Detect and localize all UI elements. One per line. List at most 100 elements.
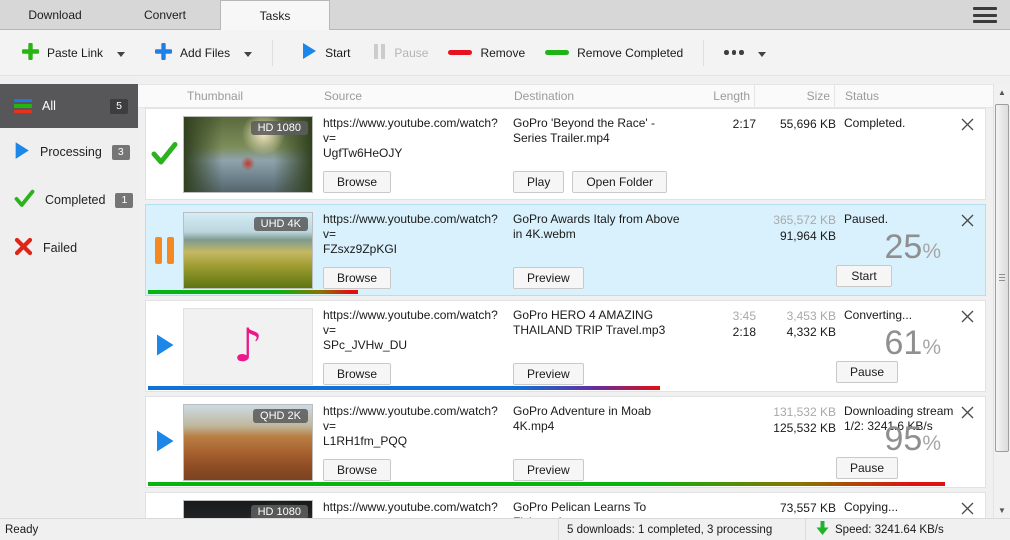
more-options-button[interactable]	[716, 39, 774, 67]
speed-label: Speed: 3241.64 KB/s	[835, 523, 944, 536]
browse-button[interactable]: Browse	[323, 267, 392, 289]
status-text: Paused.	[844, 212, 889, 226]
menu-icon[interactable]	[973, 7, 997, 23]
task-row[interactable]: QHD 2K https://www.youtube.com/watch?v= L…	[145, 396, 986, 488]
tab-convert[interactable]: Convert	[110, 0, 220, 29]
size-total: 3,453 KB	[786, 309, 836, 323]
statusbar-downloads-summary: 5 downloads: 1 completed, 3 processing	[558, 519, 805, 540]
chevron-down-icon	[244, 46, 253, 60]
progress-percent: 25%	[884, 228, 941, 266]
scrollbar-thumb[interactable]	[995, 104, 1009, 452]
close-icon[interactable]	[960, 405, 975, 420]
row-action-button[interactable]: Pause	[836, 361, 899, 383]
play-button[interactable]: Play	[513, 171, 565, 193]
source-url: https://www.youtube.com/watch?v=zwI0szQW…	[323, 500, 498, 518]
task-row[interactable]: ♪ https://www.youtube.com/watch?v= SPc_JV…	[145, 300, 986, 392]
size-cell: 365,572 KB 91,964 KB	[756, 212, 836, 289]
sidebar-item-label: All	[42, 99, 56, 113]
add-files-button[interactable]: Add Files	[147, 36, 260, 70]
blue-play-icon	[155, 429, 175, 456]
size-total: 365,572 KB	[773, 213, 836, 227]
remove-button[interactable]: Remove	[440, 39, 533, 67]
blue-play-icon	[155, 333, 175, 360]
tab-tasks[interactable]: Tasks	[220, 0, 330, 30]
resolution-badge: HD 1080	[250, 121, 308, 135]
header-size[interactable]: Size	[755, 85, 835, 107]
length-original: 3:45	[732, 309, 756, 323]
length-cell: 2:17	[701, 116, 756, 193]
task-row[interactable]: HD 1080 https://www.youtube.com/watch?v=…	[145, 108, 986, 200]
sidebar-item-failed[interactable]: Failed	[0, 224, 138, 272]
pause-icon	[372, 43, 386, 62]
status-text: Completed.	[844, 116, 906, 130]
length-cell	[701, 500, 756, 518]
sidebar-filters: All 5 Processing 3 Completed 1 Failed	[0, 76, 138, 518]
task-row[interactable]: HD 1080 https://www.youtube.com/watch?v=…	[145, 492, 986, 518]
tab-download[interactable]: Download	[0, 0, 110, 29]
close-icon[interactable]	[960, 501, 975, 516]
browse-button[interactable]: Browse	[323, 459, 392, 481]
sidebar-item-all[interactable]: All 5	[0, 84, 138, 128]
browse-button[interactable]: Browse	[323, 171, 392, 193]
size-current: 91,964 KB	[779, 229, 836, 243]
length-current: 2:18	[732, 325, 756, 339]
status-text: Copying...	[844, 500, 899, 514]
sidebar-item-processing[interactable]: Processing 3	[0, 128, 138, 176]
length-cell	[701, 404, 756, 481]
progress-bar	[148, 290, 358, 294]
music-note-icon: ♪	[233, 317, 263, 372]
header-destination[interactable]: Destination	[512, 89, 700, 103]
open-folder-button[interactable]: Open Folder	[572, 171, 668, 193]
statusbar-speed: Speed: 3241.64 KB/s	[805, 519, 1010, 540]
task-list-panel: Thumbnail Source Destination Length Size…	[138, 76, 1010, 518]
browse-button[interactable]: Browse	[323, 363, 392, 385]
remove-label: Remove	[480, 45, 526, 60]
close-icon[interactable]	[960, 117, 975, 132]
toolbar-separator	[703, 39, 705, 66]
start-label: Start	[325, 45, 351, 60]
row-action-button[interactable]: Start	[836, 265, 892, 287]
row-action-button[interactable]: Pause	[836, 457, 899, 479]
header-source[interactable]: Source	[322, 89, 512, 103]
chevron-down-icon	[117, 46, 126, 60]
start-button[interactable]: Start	[293, 35, 358, 70]
video-thumbnail: UHD 4K	[183, 212, 313, 289]
scroll-down-icon[interactable]: ▼	[994, 502, 1010, 518]
task-list: HD 1080 https://www.youtube.com/watch?v=…	[145, 108, 986, 518]
table-header: Thumbnail Source Destination Length Size…	[138, 84, 993, 108]
add-files-label: Add Files	[180, 45, 231, 60]
count-badge: 3	[111, 144, 130, 160]
close-icon[interactable]	[960, 213, 975, 228]
pause-button[interactable]: Pause	[364, 37, 436, 69]
preview-button[interactable]: Preview	[513, 363, 584, 385]
preview-button[interactable]: Preview	[513, 267, 584, 289]
sidebar-item-label: Processing	[40, 145, 102, 159]
paste-link-button[interactable]: Paste Link	[14, 36, 133, 70]
scroll-up-icon[interactable]: ▲	[994, 84, 1010, 100]
size-cell: 73,557 KB	[756, 500, 836, 518]
tab-bar: Download Convert Tasks	[0, 0, 1010, 30]
filter-all-icon	[14, 96, 32, 115]
paste-link-label: Paste Link	[47, 45, 104, 60]
header-length[interactable]: Length	[700, 85, 755, 107]
header-status[interactable]: Status	[835, 89, 993, 103]
task-row[interactable]: UHD 4K https://www.youtube.com/watch?v= F…	[145, 204, 986, 296]
green-check-icon	[151, 141, 178, 169]
resolution-badge: UHD 4K	[253, 217, 308, 231]
speed-arrow-icon	[816, 521, 829, 538]
plus-blue-icon	[154, 41, 173, 63]
close-icon[interactable]	[960, 309, 975, 324]
vertical-scrollbar[interactable]: ▲ ▼	[993, 84, 1010, 518]
status-text: Converting...	[844, 308, 913, 322]
size-current: 73,557 KB	[779, 501, 836, 515]
preview-button[interactable]: Preview	[513, 459, 584, 481]
size-cell: 3,453 KB 4,332 KB	[756, 308, 836, 385]
header-thumbnail[interactable]: Thumbnail	[185, 89, 322, 103]
sidebar-item-completed[interactable]: Completed 1	[0, 176, 138, 224]
remove-completed-button[interactable]: Remove Completed	[537, 39, 691, 67]
toolbar: Paste Link Add Files Start Pause Remove …	[0, 30, 1010, 76]
green-check-icon	[14, 189, 35, 211]
source-url: https://www.youtube.com/watch?v= L1RH1fm_…	[323, 404, 498, 448]
remove-completed-label: Remove Completed	[577, 45, 684, 60]
video-thumbnail: HD 1080	[183, 116, 313, 193]
